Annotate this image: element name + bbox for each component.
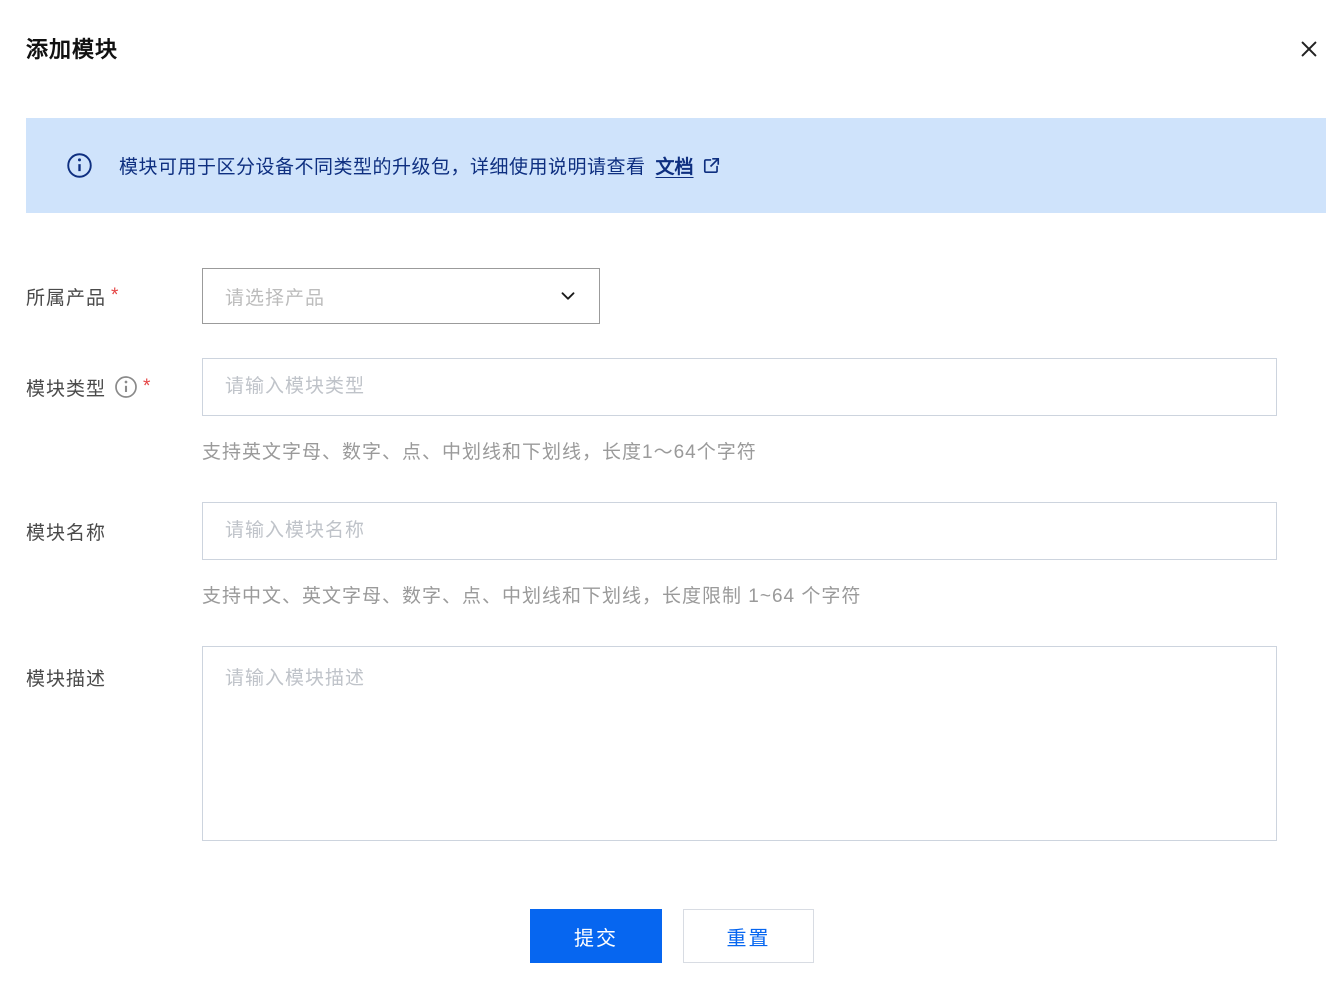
dialog-header: 添加模块 [0, 0, 1344, 64]
module-name-hint: 支持中文、英文字母、数字、点、中划线和下划线，长度限制 1~64 个字符 [202, 586, 862, 607]
module-name-label-group: 模块名称 [26, 518, 202, 545]
module-desc-label: 模块描述 [26, 669, 107, 690]
info-banner: 模块可用于区分设备不同类型的升级包，详细使用说明请查看 文档 [26, 118, 1326, 213]
module-desc-label-group: 模块描述 [26, 646, 202, 691]
close-icon[interactable] [1296, 36, 1322, 62]
chevron-down-icon [557, 285, 579, 307]
banner-message: 模块可用于区分设备不同类型的升级包，详细使用说明请查看 [119, 157, 646, 178]
add-module-form: 所属产品 * 请选择产品 模块类型 * 支持英文字母 [26, 268, 1344, 841]
module-type-label: 模块类型 [26, 378, 107, 400]
external-link-icon[interactable] [702, 156, 721, 175]
form-actions: 提交 重置 [0, 909, 1344, 963]
docs-link[interactable]: 文档 [656, 152, 694, 179]
dialog-title: 添加模块 [26, 37, 119, 62]
required-asterisk: * [143, 376, 152, 397]
required-asterisk: * [111, 285, 120, 306]
info-circle-icon[interactable] [114, 375, 138, 399]
info-circle-icon [66, 152, 93, 179]
field-row-module-name: 模块名称 [26, 502, 1344, 560]
product-label-group: 所属产品 * [26, 283, 202, 310]
module-desc-textarea[interactable] [202, 646, 1277, 841]
submit-button[interactable]: 提交 [530, 909, 662, 963]
module-type-label-group: 模块类型 * [26, 374, 202, 401]
product-select[interactable]: 请选择产品 [202, 268, 600, 324]
product-label: 所属产品 [26, 287, 107, 309]
field-row-module-type: 模块类型 * [26, 358, 1344, 416]
product-select-placeholder: 请选择产品 [225, 287, 326, 309]
module-type-hint: 支持英文字母、数字、点、中划线和下划线，长度1～64个字符 [202, 442, 757, 463]
field-row-module-desc: 模块描述 [26, 646, 1344, 841]
field-row-product: 所属产品 * 请选择产品 [26, 268, 1344, 324]
reset-button[interactable]: 重置 [683, 909, 814, 963]
module-type-input[interactable] [202, 358, 1277, 416]
module-name-input[interactable] [202, 502, 1277, 560]
module-name-label: 模块名称 [26, 522, 107, 544]
